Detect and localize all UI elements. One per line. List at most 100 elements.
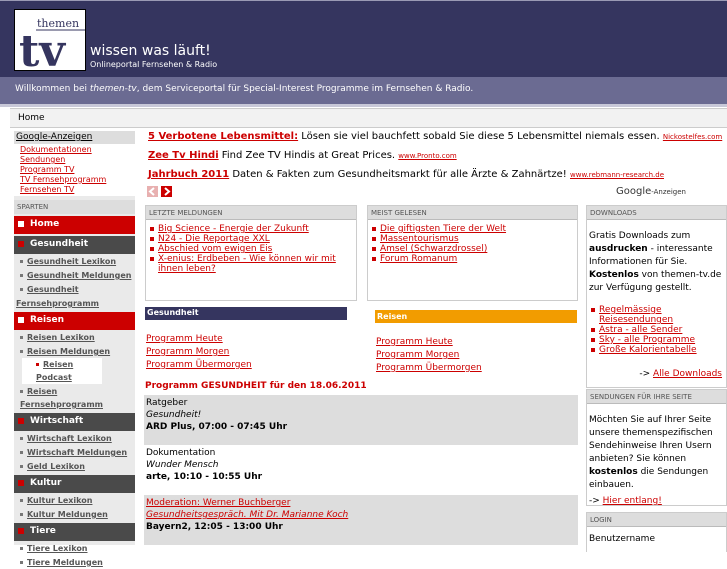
sidebar-subitem[interactable]: Reisen Fernsehprogramm	[14, 385, 135, 411]
program-title: Programm GESUNDHEIT für den 18.06.2011	[145, 381, 367, 391]
sendungen-link[interactable]: Hier entlang!	[603, 496, 662, 506]
sidebar-subitem[interactable]: Kultur Lexikon	[14, 494, 135, 507]
sidebar-item-label: Home	[30, 219, 60, 229]
sidebar-subitem[interactable]: Tiere Meldungen	[14, 556, 135, 569]
program-entry: Ratgeber Gesundheit! ARD Plus, 07:00 - 0…	[144, 395, 578, 445]
program-tomorrow-link[interactable]: Programm Morgen	[146, 346, 252, 359]
sidebar-subitem-link[interactable]: Tiere Lexikon	[27, 544, 88, 553]
sidebar-subitem[interactable]: Gesundheit	[14, 283, 135, 296]
all-downloads-link[interactable]: Alle Downloads	[653, 369, 722, 379]
ad-title-link[interactable]: Zee Tv Hindi	[148, 150, 219, 161]
sidebar-item-gesundheit[interactable]: Gesundheit	[14, 236, 135, 254]
sidebar-subitem-link[interactable]: Fernsehprogramm	[16, 299, 99, 308]
sidebar-subitem[interactable]: Fernsehprogramm	[14, 297, 135, 310]
bullet-icon	[20, 437, 23, 440]
ad-title-link[interactable]: Jahrbuch 2011	[148, 169, 229, 180]
program-dayafter-link[interactable]: Programm Übermorgen	[376, 362, 482, 375]
sidebar-subitem-link[interactable]: Reisen Fernsehprogramm	[20, 387, 103, 409]
sidebar-ad-link[interactable]: Sendungen	[14, 155, 135, 165]
sidebar-subitem[interactable]: Kultur Meldungen	[14, 508, 135, 521]
sidebar-ad-link[interactable]: Programm TV	[14, 165, 135, 175]
article-link[interactable]: Die giftigsten Tiere der Welt	[380, 224, 506, 234]
sendungen-heading: SENDUNGEN FÜR IHRE SEITE	[587, 390, 726, 404]
news-link[interactable]: Big Science - Energie der Zukunft	[158, 224, 309, 234]
sidebar-subitem-link[interactable]: Gesundheit Meldungen	[27, 271, 131, 280]
sidebar-subitem-link[interactable]: Gesundheit Lexikon	[27, 257, 116, 266]
sidebar-subitem-link[interactable]: Tiere Meldungen	[27, 558, 103, 567]
google-ads-attribution[interactable]: Google-Anzeigen	[616, 186, 686, 197]
sidebar-subitem[interactable]: Geld Lexikon	[14, 460, 135, 473]
program-today-link[interactable]: Programm Heute	[146, 333, 252, 346]
sidebar-item-wirtschaft[interactable]: Wirtschaft	[14, 413, 135, 431]
ad-url-link[interactable]: www.Pronto.com	[398, 152, 456, 160]
ad-url-link[interactable]: www.rebmann-research.de	[570, 171, 664, 179]
sidebar-subitem[interactable]: Gesundheit Lexikon	[14, 255, 135, 268]
sidebar-subitem[interactable]: Reisen Lexikon	[14, 331, 135, 344]
news-link[interactable]: N24 - Die Reportage XXL	[158, 234, 270, 244]
username-label: Benutzername	[589, 534, 655, 544]
bullet-square-icon	[18, 316, 24, 323]
entry-time: Bayern2, 12:05 - 13:00 Uhr	[146, 522, 283, 532]
sidebar: Google-Anzeigen Dokumentationen Sendunge…	[14, 131, 135, 567]
sidebar-item-kultur[interactable]: Kultur	[14, 475, 135, 493]
sidebar-subitem[interactable]: Tiere Lexikon	[14, 542, 135, 555]
sendungen-text-1: Möchten Sie auf Ihrer Seite unsere theme…	[589, 415, 713, 464]
sidebar-subitem-link[interactable]: Reisen Meldungen	[27, 347, 110, 356]
sidebar-subitem-link[interactable]: Kultur Meldungen	[27, 510, 108, 519]
sidebar-subitem-link[interactable]: Geld Lexikon	[27, 462, 85, 471]
sidebar-subsubitem[interactable]: Reisen Podcast	[22, 358, 102, 384]
welcome-brand: themen-tv	[89, 84, 137, 94]
gesundheit-heading: Gesundheit	[145, 307, 347, 320]
gesundheit-program-links: Programm Heute Programm Morgen Programm …	[146, 333, 252, 372]
sidebar-subitem-link[interactable]: Reisen Podcast	[36, 360, 73, 382]
bullet-icon	[20, 561, 23, 564]
sidebar-subitem-link[interactable]: Wirtschaft Lexikon	[27, 434, 112, 443]
article-link[interactable]: Forum Romanum	[380, 254, 457, 264]
sidebar-item-home[interactable]: Home	[14, 216, 135, 234]
ad-url-link[interactable]: Nickostelfes.com	[663, 133, 722, 141]
entry-show-link[interactable]: Gesundheitsgespräch. Mit Dr. Marianne Ko…	[146, 509, 576, 521]
download-link[interactable]: Sky - alle Programme	[599, 335, 695, 345]
sendungen-bold: kostenlos	[589, 467, 638, 477]
sidebar-subitem[interactable]: Reisen Meldungen	[14, 345, 135, 358]
sidebar-subitem-link[interactable]: Wirtschaft Meldungen	[27, 448, 127, 457]
download-link[interactable]: Astra - alle Sender	[599, 325, 682, 335]
program-tomorrow-link[interactable]: Programm Morgen	[376, 349, 482, 362]
list-item: Die giftigsten Tiere der Welt	[371, 224, 577, 234]
sidebar-subitem-link[interactable]: Reisen Lexikon	[27, 333, 95, 342]
entry-category-link[interactable]: Moderation: Werner Buchberger	[146, 497, 576, 509]
breadcrumb-home[interactable]: Home	[18, 113, 45, 123]
sidebar-item-reisen[interactable]: Reisen	[14, 312, 135, 330]
slogan: wissen was läuft!	[90, 43, 211, 59]
google-ads-label[interactable]: Google-Anzeigen	[14, 131, 135, 144]
ad-prev-button[interactable]	[147, 186, 158, 197]
ad-title-link[interactable]: 5 Verbotene Lebensmittel:	[148, 131, 298, 142]
sidebar-ad-link[interactable]: Fernsehen TV	[14, 185, 135, 195]
sidebar-subitem-link[interactable]: Kultur Lexikon	[27, 496, 92, 505]
article-link[interactable]: Amsel (Schwarzdrossel)	[380, 244, 487, 254]
sidebar-item-tiere[interactable]: Tiere	[14, 523, 135, 541]
news-link[interactable]: Abschied vom ewigen Eis	[158, 244, 272, 254]
download-link[interactable]: Regelmässige Reisesendungen	[599, 305, 673, 325]
sidebar-ad-link[interactable]: Dokumentationen	[14, 145, 135, 155]
arrow-prefix: ->	[639, 369, 654, 379]
ad-next-button[interactable]	[161, 186, 172, 197]
sidebar-subitem[interactable]: Wirtschaft Meldungen	[14, 446, 135, 459]
logo[interactable]: themen tv	[14, 9, 86, 72]
program-dayafter-link[interactable]: Programm Übermorgen	[146, 359, 252, 372]
bullet-square-icon	[18, 479, 24, 486]
bullet-icon	[20, 390, 23, 393]
sidebar-subitem[interactable]: Gesundheit Meldungen	[14, 269, 135, 282]
program-entry: Dokumentation Wunder Mensch arte, 10:10 …	[144, 445, 578, 495]
sidebar-item-label: Reisen	[30, 315, 64, 325]
welcome-text-pre: Willkommen bei	[15, 84, 90, 94]
download-link[interactable]: Große Kalorientabelle	[599, 345, 697, 355]
sidebar-subitem-link[interactable]: Gesundheit	[27, 285, 79, 294]
article-link[interactable]: Massentourismus	[380, 234, 459, 244]
sidebar-subitem[interactable]: Wirtschaft Lexikon	[14, 432, 135, 445]
bullet-icon	[20, 350, 23, 353]
bullet-square-icon	[18, 220, 24, 227]
program-today-link[interactable]: Programm Heute	[376, 336, 482, 349]
news-link[interactable]: X-enius: Erdbeben - Wie können wir mit i…	[158, 254, 336, 274]
sidebar-ad-link[interactable]: TV Fernsehprogramm	[14, 175, 135, 185]
